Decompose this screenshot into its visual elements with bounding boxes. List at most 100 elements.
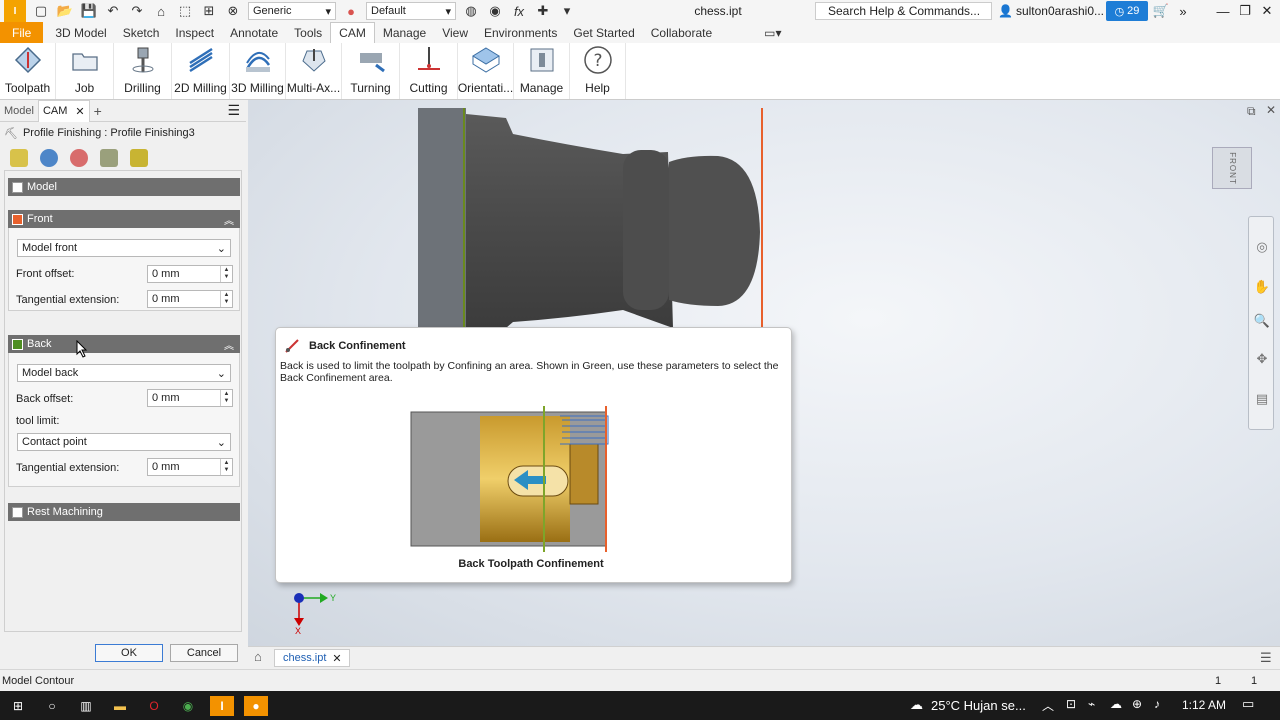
viewcube[interactable]: FRONT [1212,147,1252,189]
front-select[interactable]: Model front ⌄ [17,239,231,257]
orientation-button[interactable]: Orientati... [458,43,514,99]
customize-icon[interactable]: ▾ [558,2,576,20]
redo-icon[interactable]: ↷ [128,2,146,20]
ribbon-display-icon[interactable]: ▭▾ [756,22,789,43]
tab-collaborate[interactable]: Collaborate [643,22,720,43]
ok-button[interactable]: OK [95,644,163,662]
back-offset-input[interactable]: 0 mm ▲ ▼ [147,389,233,407]
viewport-maximize-icon[interactable]: ⧉ [1247,104,1256,119]
appearance-select[interactable]: Default ▾ [366,2,456,20]
clock-time[interactable]: 1:12 AM [1182,698,1226,712]
file-explorer-icon[interactable]: ▬ [108,696,132,716]
add-tab-icon[interactable]: + [90,100,106,122]
close-icon[interactable]: ✕ [332,652,341,665]
more-icon[interactable]: » [1172,2,1194,20]
tab-3d-model[interactable]: 3D Model [47,22,114,43]
tab-tools[interactable]: Tools [286,22,330,43]
linking-tab-icon[interactable] [130,149,148,167]
collapse-icon[interactable]: ︽ [224,212,234,227]
2d-milling-button[interactable]: 2D Milling [172,43,230,99]
chrome-icon[interactable]: ◉ [176,696,200,716]
tray-volume-icon[interactable]: ♪ [1154,697,1160,711]
tray-meet-icon[interactable]: ⊡ [1066,697,1076,711]
zoom-icon[interactable]: 🔍 [1252,311,1272,331]
rest-machining-header[interactable]: Rest Machining [8,503,240,521]
material-icon[interactable]: ⊗ [224,2,242,20]
viewport-close-icon[interactable]: ✕ [1266,103,1276,117]
tray-usb-icon[interactable]: ⌁ [1088,697,1095,711]
panel-menu-icon[interactable]: ☰ [227,102,240,119]
tab-annotate[interactable]: Annotate [222,22,286,43]
tray-chevron-icon[interactable]: ︿ [1042,697,1054,714]
look-at-icon[interactable]: ▤ [1252,389,1272,409]
spinner-icon[interactable]: ▲ ▼ [220,291,232,307]
windows-start-icon[interactable]: ⊞ [6,696,30,716]
user-menu[interactable]: 👤 sulton0arashi0... [998,2,1104,20]
update-icon[interactable]: ⊞ [200,2,218,20]
home-tab-icon[interactable]: ⌂ [254,649,262,664]
spinner-icon[interactable]: ▲ ▼ [220,459,232,475]
close-window-button[interactable]: ✕ [1256,2,1278,20]
home-icon[interactable]: ⌂ [152,2,170,20]
tab-manage[interactable]: Manage [375,22,434,43]
toolpath-button[interactable]: Toolpath [0,43,56,99]
spinner-icon[interactable]: ▲ ▼ [220,390,232,406]
add-icon[interactable]: ✚ [534,2,552,20]
opera-icon[interactable]: O [142,696,166,716]
tab-view[interactable]: View [434,22,476,43]
cart-icon[interactable]: 🛒 [1150,2,1172,20]
minimize-button[interactable]: — [1212,2,1234,20]
tab-cam-browser[interactable]: CAM ✕ [37,99,90,122]
radii-tab-icon[interactable] [70,149,88,167]
geometry-tab-icon[interactable] [40,149,58,167]
close-icon[interactable]: ✕ [75,105,84,118]
pan-icon[interactable]: ✋ [1252,277,1272,297]
front-tangential-input[interactable]: 0 mm ▲ ▼ [147,290,233,308]
tray-cloud-icon[interactable]: ☁ [1110,697,1122,711]
tab-cam[interactable]: CAM [330,22,375,43]
cutting-button[interactable]: Cutting [400,43,458,99]
tool-limit-select[interactable]: Contact point ⌄ [17,433,231,451]
model-checkbox[interactable] [12,181,23,193]
orbit-icon[interactable]: ✥ [1252,349,1272,369]
tab-model-browser[interactable]: Model [0,100,38,122]
select-icon[interactable]: ⬚ [176,2,194,20]
front-offset-input[interactable]: 0 mm ▲ ▼ [147,265,233,283]
tool-tab-icon[interactable] [10,149,28,167]
passes-tab-icon[interactable] [100,149,118,167]
back-tangential-input[interactable]: 0 mm ▲ ▼ [147,458,233,476]
manage-button[interactable]: Manage [514,43,570,99]
open-folder-icon[interactable]: 📂 [56,2,74,20]
fx-icon[interactable]: fx [510,2,528,20]
back-select[interactable]: Model back ⌄ [17,364,231,382]
drilling-button[interactable]: Drilling [114,43,172,99]
save-icon[interactable]: 💾 [80,2,98,20]
search-icon[interactable]: ○ [40,696,64,716]
back-section-header[interactable]: Back ︽ [8,335,240,353]
undo-icon[interactable]: ↶ [104,2,122,20]
3d-milling-button[interactable]: 3D Milling [230,43,286,99]
tab-get-started[interactable]: Get Started [565,22,642,43]
collapse-icon[interactable]: ︽ [224,337,234,352]
steering-wheel-icon[interactable]: ◎ [1252,237,1272,257]
rest-machining-checkbox[interactable] [12,506,23,518]
clear-appearance-icon[interactable]: ◍ [462,2,480,20]
tab-environments[interactable]: Environments [476,22,565,43]
document-tab-chess[interactable]: chess.ipt ✕ [274,649,350,667]
task-view-icon[interactable]: ▥ [74,696,98,716]
multi-axis-button[interactable]: Multi-Ax... [286,43,342,99]
tab-sketch[interactable]: Sketch [115,22,168,43]
cancel-button[interactable]: Cancel [170,644,238,662]
job-button[interactable]: Job [56,43,114,99]
adjust-appearance-icon[interactable]: ◉ [486,2,504,20]
app-logo[interactable]: I [4,0,26,22]
back-checkbox[interactable] [12,338,23,350]
material-select[interactable]: Generic ▾ [248,2,336,20]
tab-file[interactable]: File [0,22,44,43]
document-menu-icon[interactable]: ☰ [1260,650,1272,666]
front-section-header[interactable]: Front ︽ [8,210,240,228]
spinner-icon[interactable]: ▲ ▼ [220,266,232,282]
new-file-icon[interactable]: ▢ [32,2,50,20]
recorder-icon[interactable]: ● [244,695,268,716]
tab-inspect[interactable]: Inspect [167,22,222,43]
